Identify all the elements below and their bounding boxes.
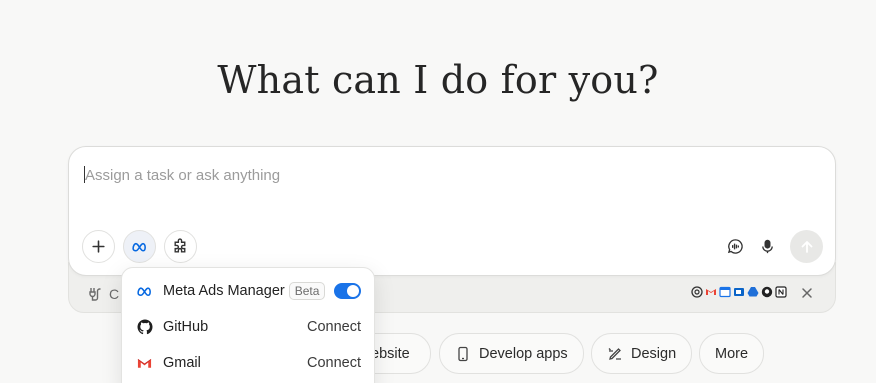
- github-small-icon: [761, 286, 773, 298]
- add-button[interactable]: [82, 230, 115, 263]
- task-input[interactable]: [85, 165, 785, 185]
- chip-more[interactable]: More: [699, 333, 765, 374]
- connectors-popover: Meta Ads Manager Beta GitHub Connect Gma…: [121, 267, 375, 383]
- meta-icon: [132, 242, 146, 252]
- page-title: What can I do for you?: [217, 58, 659, 102]
- chip-label: Design: [631, 345, 677, 362]
- connector-icons: [691, 286, 787, 298]
- github-icon: [136, 319, 153, 336]
- outlook-icon: [734, 288, 744, 296]
- plug-icon: [89, 288, 101, 301]
- beta-badge: Beta: [288, 282, 326, 300]
- microphone-icon: [761, 239, 773, 253]
- popover-item-meta-ads[interactable]: Meta Ads Manager Beta: [122, 273, 374, 309]
- close-icon[interactable]: [799, 285, 815, 301]
- popover-item-label: Gmail: [163, 355, 201, 371]
- chip-develop-apps[interactable]: Develop apps: [439, 333, 584, 374]
- chip-label: More: [715, 345, 749, 362]
- calendar-icon: [719, 286, 731, 298]
- send-button[interactable]: [790, 230, 823, 263]
- connectors-label: C: [109, 286, 120, 302]
- puzzle-icon: [174, 238, 186, 253]
- chrome-icon: [691, 286, 703, 298]
- meta-ads-toggle[interactable]: [334, 283, 361, 299]
- chat-wave-icon: [727, 238, 743, 254]
- plus-icon: [92, 240, 105, 253]
- popover-item-github[interactable]: GitHub Connect: [122, 309, 374, 345]
- gmail-icon: [136, 355, 153, 372]
- notion-icon: [775, 286, 787, 298]
- gmail-icon: [706, 289, 716, 295]
- arrow-up-icon: [801, 240, 812, 253]
- voice-chat-button[interactable]: [724, 235, 746, 257]
- popover-item-label: GitHub: [163, 319, 209, 335]
- text-caret: [84, 166, 85, 183]
- connectors-link[interactable]: C: [87, 286, 119, 302]
- plugins-button[interactable]: [164, 230, 197, 263]
- github-connect-link[interactable]: Connect: [307, 319, 361, 335]
- chip-label: ebsite: [371, 345, 410, 362]
- popover-item-gmail[interactable]: Gmail Connect: [122, 345, 374, 381]
- chip-design[interactable]: Design: [591, 333, 693, 374]
- meta-connector-button[interactable]: [123, 230, 156, 263]
- phone-icon: [458, 346, 468, 361]
- microphone-button[interactable]: [756, 235, 778, 257]
- meta-icon: [136, 283, 153, 300]
- gmail-connect-link[interactable]: Connect: [307, 355, 361, 371]
- pen-brush-icon: [608, 347, 621, 360]
- chip-label: Develop apps: [479, 345, 568, 362]
- task-composer: [68, 146, 836, 276]
- drive-icon: [747, 287, 759, 297]
- popover-item-label: Meta Ads Manager: [163, 283, 285, 299]
